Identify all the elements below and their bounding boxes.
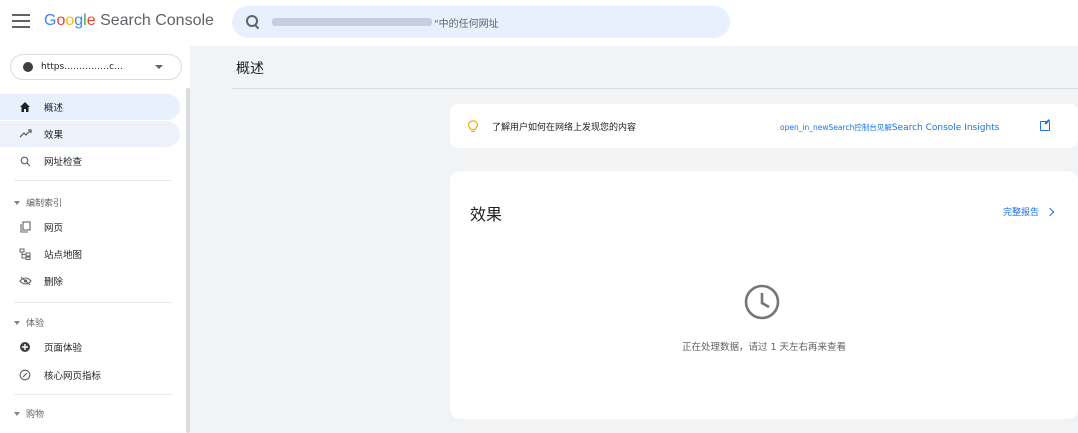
insights-card: 了解用户如何在网络上发现您的内容 open_in_newSearch控制台见解S… — [450, 104, 1078, 148]
clock-icon — [744, 284, 780, 320]
sidebar-item-label: 核心网页指标 — [44, 371, 102, 382]
menu-icon[interactable] — [12, 14, 30, 30]
sidebar-item-label: 效果 — [44, 130, 64, 141]
performance-title: 效果 — [470, 205, 503, 224]
search-input[interactable]: "中的任何网址 — [232, 6, 730, 38]
search-placeholder: "中的任何网址 — [434, 18, 499, 30]
property-label: https……………c… — [41, 62, 124, 72]
sidebar-item-label: 删除 — [44, 277, 64, 288]
sidebar-item-pages[interactable]: 网页 — [0, 214, 180, 240]
trending-icon — [18, 127, 32, 141]
sidebar-item-label: 网页 — [44, 223, 64, 234]
sidebar-item-overview[interactable]: 概述 — [0, 94, 180, 120]
full-report-link[interactable]: 完整报告 — [1003, 205, 1055, 218]
sidebar-item-performance[interactable]: 效果 — [0, 121, 180, 147]
sidebar-item-label: 站点地图 — [44, 250, 83, 261]
insights-description: 了解用户如何在网络上发现您的内容 — [492, 123, 637, 133]
hide-icon — [18, 274, 32, 288]
sidebar-item-core-web-vitals[interactable]: 核心网页指标 — [0, 362, 180, 388]
divider — [232, 88, 1078, 89]
chevron-right-icon — [1045, 207, 1055, 216]
search-console-insights-link[interactable]: open_in_newSearch控制台见解Search Console Ins… — [780, 122, 999, 133]
divider — [14, 394, 172, 395]
divider — [14, 302, 172, 303]
section-experience[interactable]: 体验 — [14, 316, 44, 329]
sidebar-item-removals[interactable]: 删除 — [0, 268, 180, 294]
sidebar-item-label: 网址检查 — [44, 157, 83, 168]
sidebar-item-label: 页面体验 — [44, 343, 83, 354]
section-indexing[interactable]: 编制索引 — [14, 196, 62, 209]
sidebar-scrollbar[interactable] — [186, 88, 190, 433]
home-icon — [18, 100, 32, 114]
caret-down-icon — [14, 200, 20, 205]
caret-down-icon — [14, 411, 20, 416]
page-experience-icon — [18, 340, 32, 354]
sitemap-icon — [18, 247, 32, 261]
redacted-url — [272, 18, 432, 26]
property-selector[interactable]: https……………c… — [10, 54, 182, 80]
top-app-bar: Google Search Console "中的任何网址 — [0, 0, 1078, 46]
google-search-console-logo[interactable]: Google Search Console — [44, 12, 214, 30]
sidebar: https……………c… 概述 效果 网址检查 编制索引 网页 站点地图 删除 … — [0, 46, 190, 433]
sidebar-item-sitemaps[interactable]: 站点地图 — [0, 241, 180, 267]
caret-down-icon — [14, 320, 20, 325]
page-title: 概述 — [236, 61, 264, 77]
divider — [14, 180, 172, 181]
dropdown-arrow-icon — [155, 65, 163, 69]
section-shopping[interactable]: 购物 — [14, 407, 44, 420]
pages-icon — [18, 220, 32, 234]
sidebar-item-page-experience[interactable]: 页面体验 — [0, 334, 180, 360]
lightbulb-icon — [468, 120, 478, 134]
open-in-new-icon[interactable] — [1040, 121, 1050, 131]
processing-status-text: 正在处理数据，请过 1 天左右再来查看 — [681, 342, 847, 353]
sidebar-item-url-inspection[interactable]: 网址检查 — [0, 148, 180, 174]
property-favicon-icon — [23, 62, 33, 72]
performance-card: 效果 完整报告 正在处理数据，请过 1 天左右再来查看 — [450, 171, 1078, 419]
search-icon — [246, 15, 260, 29]
sidebar-item-label: 概述 — [44, 103, 64, 114]
speed-icon — [18, 368, 32, 382]
search-icon — [18, 154, 32, 168]
